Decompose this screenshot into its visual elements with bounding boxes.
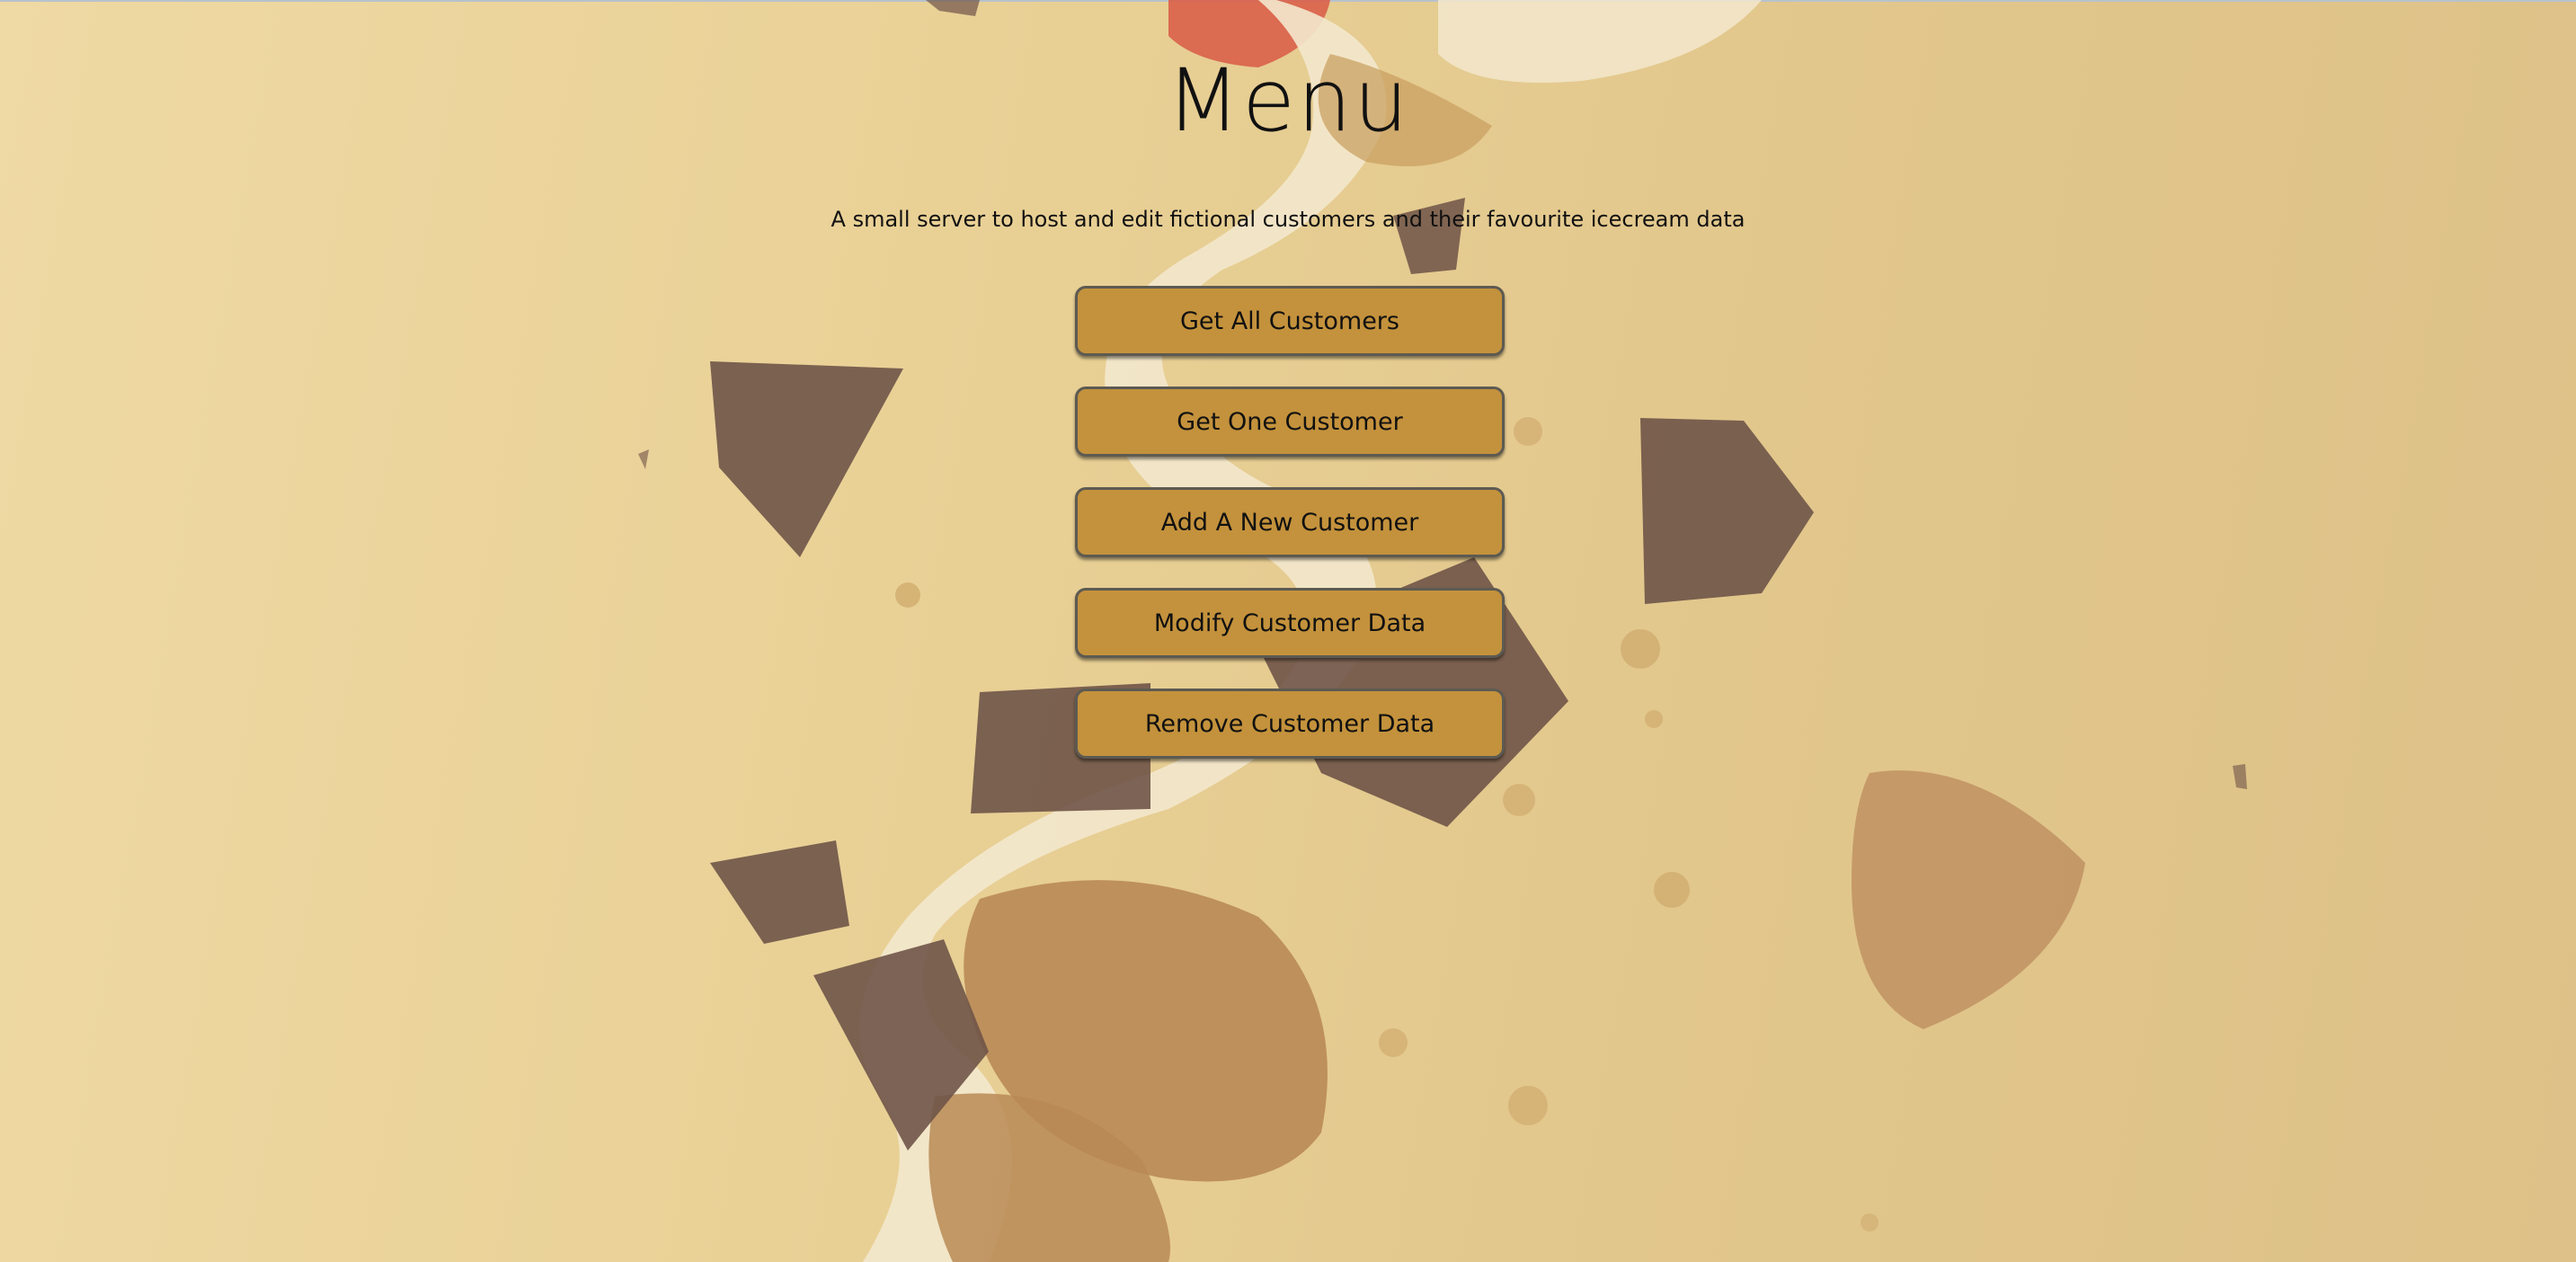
remove-customer-data-button[interactable]: Remove Customer Data bbox=[1075, 689, 1505, 759]
menu-item: Add A New Customer bbox=[1075, 487, 1505, 559]
menu-item: Get All Customers bbox=[1075, 286, 1505, 358]
add-new-customer-button[interactable]: Add A New Customer bbox=[1075, 487, 1505, 557]
menu-item: Remove Customer Data bbox=[1075, 689, 1505, 760]
modify-customer-data-button[interactable]: Modify Customer Data bbox=[1075, 588, 1505, 658]
menu-item: Get One Customer bbox=[1075, 387, 1505, 458]
get-all-customers-button[interactable]: Get All Customers bbox=[1075, 286, 1505, 356]
menu-button-list: Get All Customers Get One Customer Add A… bbox=[1075, 286, 1505, 789]
page-subtitle: A small server to host and edit fictiona… bbox=[831, 207, 1745, 232]
page-title: Menu bbox=[1166, 50, 1410, 151]
menu-item: Modify Customer Data bbox=[1075, 588, 1505, 660]
get-one-customer-button[interactable]: Get One Customer bbox=[1075, 387, 1505, 457]
